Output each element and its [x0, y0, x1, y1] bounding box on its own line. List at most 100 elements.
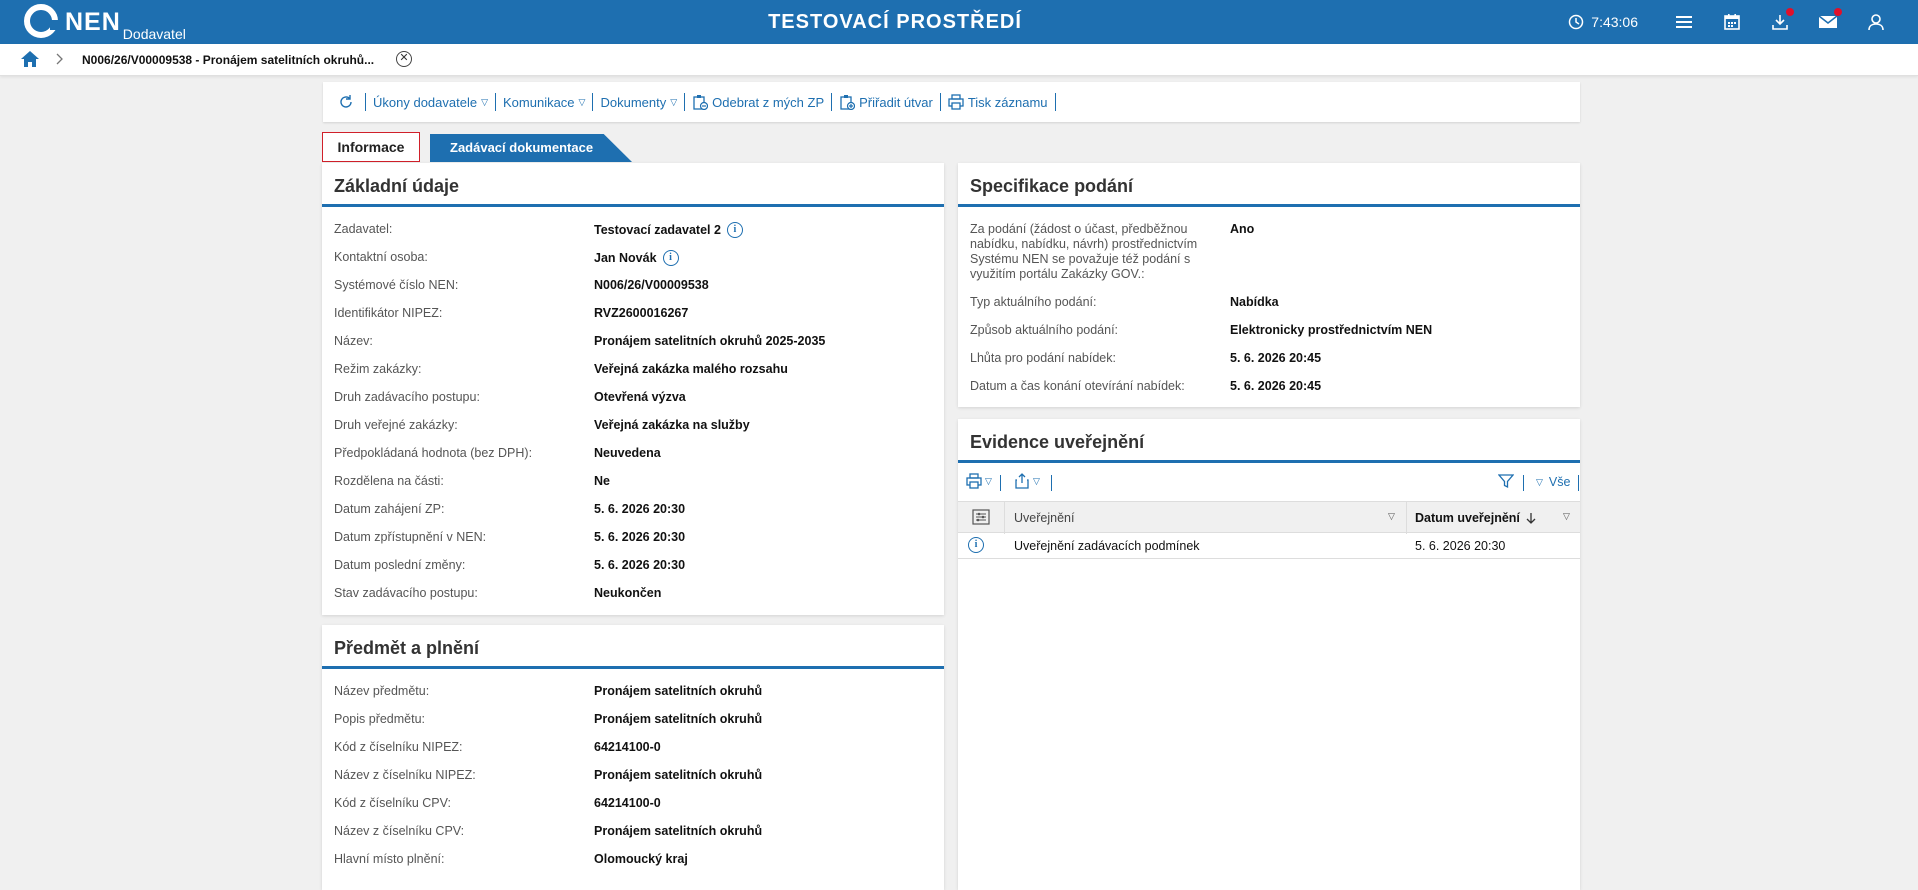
field-label: Systémové číslo NEN:	[334, 278, 459, 292]
komunikace-label: Komunikace	[503, 94, 575, 110]
sort-arrow-down-icon	[1526, 513, 1536, 524]
table-row[interactable]: i Uveřejnění zadávacích podmínek 5. 6. 2…	[958, 533, 1580, 559]
zadavatel-value[interactable]: Testovací zadavatel 2	[594, 223, 721, 237]
info-icon[interactable]: i	[662, 250, 679, 266]
field-label: Kód z číselníku NIPEZ:	[334, 740, 463, 754]
field-label: Název předmětu:	[334, 684, 430, 698]
field-value: RVZ2600016267	[594, 306, 689, 320]
field-value: 5. 6. 2026 20:30	[594, 558, 686, 572]
field-value: Pronájem satelitních okruhů	[594, 768, 763, 782]
download-icon	[1772, 15, 1788, 30]
odebrat-label: Odebrat z mých ZP	[712, 94, 825, 110]
refresh-button[interactable]	[331, 93, 366, 111]
field-label: Popis předmětu:	[334, 712, 426, 726]
header-divider	[1406, 502, 1407, 534]
info-icon[interactable]: i	[968, 537, 984, 553]
menu-icon	[1676, 16, 1692, 28]
field-label: Za podání (žádost o účast, předběžnou na…	[970, 222, 1198, 281]
field-value: Veřejná zakázka malého rozsahu	[594, 362, 788, 376]
close-icon[interactable]: ✕	[396, 51, 412, 67]
field-value: N006/26/V00009538	[594, 278, 709, 292]
tab-zadavaci-dokumentace[interactable]: Zadávací dokumentace	[430, 134, 632, 162]
field-value: 5. 6. 2026 20:45	[1230, 351, 1322, 365]
field-label: Způsob aktuálního podání:	[970, 323, 1119, 337]
field-value: 5. 6. 2026 20:30	[594, 502, 686, 516]
tisk-zaznamu-button[interactable]: Tisk záznamu	[941, 93, 1056, 111]
field-value: 64214100-0	[594, 740, 661, 754]
user-icon	[1868, 14, 1884, 31]
kontaktni-osoba-value[interactable]: Jan Novák	[594, 251, 657, 265]
field-value: 64214100-0	[594, 796, 661, 810]
column-header-uverejneni[interactable]: Uveřejnění	[1014, 511, 1074, 525]
odebrat-button[interactable]: Odebrat z mých ZP	[685, 93, 833, 111]
action-toolbar: Úkony dodavatele ▽ Komunikace ▽ Dokumenty ▽…	[323, 82, 1580, 122]
toolbar-divider	[1051, 475, 1052, 491]
export-icon	[1015, 473, 1029, 489]
remove-clipboard-icon	[693, 95, 709, 110]
field-value: 5. 6. 2026 20:30	[594, 530, 686, 544]
toolbar-divider	[1523, 475, 1524, 491]
mail-icon	[1818, 15, 1838, 28]
field-label: Datum a čas konání otevírání nabídek:	[970, 379, 1185, 393]
breadcrumb: N006/26/V00009538 - Pronájem satelitních…	[0, 44, 1918, 76]
filter-all-dropdown[interactable]: ▽ Vše	[1536, 475, 1570, 489]
field-label: Předpokládaná hodnota (bez DPH):	[334, 446, 533, 460]
menu-button[interactable]	[1660, 0, 1708, 44]
field-label: Hlavní místo plnění:	[334, 852, 445, 866]
column-settings-icon	[972, 509, 990, 525]
dropdown-arrow-icon: ▽	[481, 96, 488, 107]
field-label: Stav zadávacího postupu:	[334, 586, 478, 600]
calendar-button[interactable]	[1708, 0, 1756, 44]
calendar-icon	[1724, 14, 1740, 30]
toolbar-divider	[1578, 475, 1579, 491]
field-label: Datum zahájení ZP:	[334, 502, 445, 516]
toolbar-divider	[1000, 475, 1001, 491]
column-filter-icon[interactable]: ▽	[1388, 511, 1395, 522]
field-value: Otevřená výzva	[594, 390, 686, 404]
predmet-plneni-panel: Předmět a plnění Název předmětu: Pronájem…	[322, 625, 944, 890]
specifikace-podani-title: Specifikace podání	[958, 163, 1580, 207]
field-label: Druh zadávacího postupu:	[334, 390, 480, 404]
cell-datum: 5. 6. 2026 20:30	[1415, 539, 1506, 553]
home-icon[interactable]	[20, 50, 40, 71]
priradit-utvar-button[interactable]: Přiřadit útvar	[832, 93, 941, 111]
breadcrumb-current[interactable]: N006/26/V00009538 - Pronájem satelitních…	[82, 53, 374, 67]
print-icon	[966, 473, 982, 489]
mail-button[interactable]	[1804, 0, 1852, 44]
zakladni-udaje-panel: Základní údaje Zadavatel: Testovací zadav…	[322, 163, 944, 615]
print-menu-button[interactable]: ▽	[966, 473, 992, 489]
field-value: Elektronicky prostřednictvím NEN	[1230, 323, 1433, 337]
field-label: Název z číselníku NIPEZ:	[334, 768, 476, 782]
ukony-dodavatele-menu[interactable]: Úkony dodavatele ▽	[366, 93, 496, 111]
column-header-datum[interactable]: Datum uveřejnění	[1415, 511, 1536, 525]
predmet-plneni-title: Předmět a plnění	[322, 625, 944, 669]
field-label: Režim zakázky:	[334, 362, 422, 376]
export-menu-button[interactable]: ▽	[1014, 473, 1040, 489]
dropdown-arrow-icon: ▽	[1536, 476, 1543, 487]
dokumenty-menu[interactable]: Dokumenty ▽	[593, 93, 686, 111]
field-label: Název:	[334, 334, 373, 348]
info-icon[interactable]: i	[726, 222, 743, 238]
filter-button[interactable]	[1497, 473, 1515, 492]
column-settings-button[interactable]	[972, 509, 990, 528]
evidence-uverejneni-panel: Evidence uveřejnění ▽ ▽ ▽ Vše Uveřejnění…	[958, 419, 1580, 890]
user-button[interactable]	[1852, 0, 1900, 44]
cell-uverejneni: Uveřejnění zadávacích podmínek	[1014, 539, 1200, 553]
field-value: Veřejná zakázka na služby	[594, 418, 750, 432]
field-label: Kontaktní osoba:	[334, 250, 428, 264]
field-label: Datum poslední změny:	[334, 558, 466, 572]
evidence-toolbar: ▽ ▽ ▽ Vše	[958, 467, 1580, 497]
field-label: Kód z číselníku CPV:	[334, 796, 451, 810]
session-clock: 7:43:06	[1568, 14, 1638, 30]
field-label: Zadavatel:	[334, 222, 393, 236]
column-filter-icon[interactable]: ▽	[1563, 511, 1570, 522]
download-button[interactable]	[1756, 0, 1804, 44]
komunikace-menu[interactable]: Komunikace ▽	[496, 93, 594, 111]
filter-icon	[1497, 474, 1515, 489]
field-label: Typ aktuálního podání:	[970, 295, 1097, 309]
dokumenty-label: Dokumenty	[600, 94, 667, 110]
assign-clipboard-icon	[840, 95, 856, 110]
field-value: Pronájem satelitních okruhů	[594, 684, 763, 698]
tab-informace[interactable]: Informace	[322, 132, 420, 162]
refresh-icon	[340, 95, 352, 108]
